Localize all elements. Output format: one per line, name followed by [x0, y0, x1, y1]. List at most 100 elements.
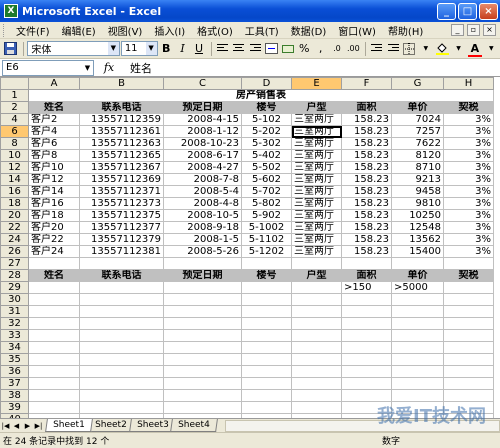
- empty-cell[interactable]: [163, 377, 242, 390]
- criteria-header-cell[interactable]: 面积: [341, 269, 392, 282]
- criteria-header-cell[interactable]: 单价: [391, 269, 444, 282]
- building-cell[interactable]: 5-1102: [241, 233, 292, 246]
- empty-cell[interactable]: [241, 305, 292, 318]
- empty-cell[interactable]: [241, 257, 292, 270]
- row-header[interactable]: 8: [0, 137, 29, 150]
- workbook-minimize-button[interactable]: _: [451, 24, 464, 36]
- row-header[interactable]: 22: [0, 221, 29, 234]
- type-cell[interactable]: 三室两厅: [291, 197, 342, 210]
- row-header[interactable]: 10: [0, 149, 29, 162]
- empty-cell[interactable]: [241, 377, 292, 390]
- empty-cell[interactable]: [291, 365, 342, 378]
- name-cell[interactable]: 客户2: [28, 113, 80, 126]
- phone-cell[interactable]: 13557112361: [79, 125, 164, 138]
- empty-cell[interactable]: [391, 365, 444, 378]
- tax-cell[interactable]: 3%: [443, 173, 494, 186]
- row-header[interactable]: 34: [0, 341, 29, 354]
- workbook-restore-button[interactable]: ▫: [467, 24, 480, 36]
- area-cell[interactable]: 158.23: [341, 185, 392, 198]
- header-cell[interactable]: 户型: [291, 101, 342, 114]
- empty-cell[interactable]: [241, 317, 292, 330]
- chevron-down-icon[interactable]: ▼: [418, 41, 433, 57]
- empty-cell[interactable]: [28, 401, 80, 414]
- price-cell[interactable]: 9810: [391, 197, 444, 210]
- price-cell[interactable]: 7024: [391, 113, 444, 126]
- menu-format[interactable]: 格式(O): [191, 23, 239, 38]
- empty-cell[interactable]: [28, 353, 80, 366]
- fill-color-icon[interactable]: [434, 41, 449, 57]
- tax-cell[interactable]: 3%: [443, 245, 494, 258]
- tax-cell[interactable]: 3%: [443, 125, 494, 138]
- empty-cell[interactable]: [443, 281, 494, 294]
- align-left-icon[interactable]: [215, 41, 230, 57]
- tax-cell[interactable]: 3%: [443, 221, 494, 234]
- row-header[interactable]: 12: [0, 161, 29, 174]
- empty-cell[interactable]: [291, 353, 342, 366]
- row-header[interactable]: 26: [0, 245, 29, 258]
- phone-cell[interactable]: 13557112381: [79, 245, 164, 258]
- row-header[interactable]: 18: [0, 197, 29, 210]
- name-cell[interactable]: 客户16: [28, 197, 80, 210]
- empty-cell[interactable]: [163, 257, 242, 270]
- row-header[interactable]: 14: [0, 173, 29, 186]
- area-cell[interactable]: 158.23: [341, 173, 392, 186]
- row-header[interactable]: 6: [0, 125, 29, 138]
- empty-cell[interactable]: [28, 293, 80, 306]
- empty-cell[interactable]: [391, 377, 444, 390]
- header-cell[interactable]: 契税: [443, 101, 494, 114]
- empty-cell[interactable]: [341, 377, 392, 390]
- empty-cell[interactable]: [341, 389, 392, 402]
- column-header-d[interactable]: D: [241, 77, 292, 90]
- criteria-header-cell[interactable]: 楼号: [241, 269, 292, 282]
- row-header[interactable]: 2: [0, 101, 29, 114]
- row-header[interactable]: 4: [0, 113, 29, 126]
- insert-function-icon[interactable]: fx: [94, 61, 124, 74]
- row-header[interactable]: 36: [0, 365, 29, 378]
- column-header-a[interactable]: A: [28, 77, 80, 90]
- building-cell[interactable]: 5-502: [241, 161, 292, 174]
- date-cell[interactable]: 2008-7-8: [163, 173, 242, 186]
- empty-cell[interactable]: [163, 365, 242, 378]
- empty-cell[interactable]: [291, 377, 342, 390]
- empty-cell[interactable]: [291, 257, 342, 270]
- underline-button[interactable]: U: [191, 41, 206, 57]
- tax-cell[interactable]: 3%: [443, 161, 494, 174]
- date-cell[interactable]: 2008-10-23: [163, 137, 242, 150]
- empty-cell[interactable]: [28, 281, 80, 294]
- phone-cell[interactable]: 13557112373: [79, 197, 164, 210]
- row-header[interactable]: 16: [0, 185, 29, 198]
- price-cell[interactable]: 8120: [391, 149, 444, 162]
- menu-help[interactable]: 帮助(H): [382, 23, 429, 38]
- empty-cell[interactable]: [241, 401, 292, 414]
- phone-cell[interactable]: 13557112377: [79, 221, 164, 234]
- empty-cell[interactable]: [28, 317, 80, 330]
- row-header[interactable]: 27: [0, 257, 29, 270]
- chevron-down-icon[interactable]: ▼: [145, 42, 157, 55]
- phone-cell[interactable]: 13557112379: [79, 233, 164, 246]
- tax-cell[interactable]: 3%: [443, 137, 494, 150]
- empty-cell[interactable]: [241, 341, 292, 354]
- empty-cell[interactable]: [79, 341, 164, 354]
- area-cell[interactable]: 158.23: [341, 197, 392, 210]
- last-sheet-icon[interactable]: ▶|: [33, 420, 44, 432]
- italic-button[interactable]: I: [175, 41, 190, 57]
- building-cell[interactable]: 5-802: [241, 197, 292, 210]
- building-cell[interactable]: 5-602: [241, 173, 292, 186]
- empty-cell[interactable]: [291, 281, 342, 294]
- name-cell[interactable]: 客户24: [28, 245, 80, 258]
- empty-cell[interactable]: [443, 365, 494, 378]
- empty-cell[interactable]: [341, 353, 392, 366]
- criteria-header-cell[interactable]: 预定日期: [163, 269, 242, 282]
- menu-tools[interactable]: 工具(T): [239, 23, 285, 38]
- bold-button[interactable]: B: [159, 41, 174, 57]
- type-cell[interactable]: 三室两厅: [291, 149, 342, 162]
- empty-cell[interactable]: [443, 353, 494, 366]
- empty-cell[interactable]: [443, 257, 494, 270]
- name-cell[interactable]: 客户14: [28, 185, 80, 198]
- column-header-e[interactable]: E: [291, 77, 342, 90]
- empty-cell[interactable]: [241, 281, 292, 294]
- empty-cell[interactable]: [341, 365, 392, 378]
- column-header-c[interactable]: C: [163, 77, 242, 90]
- row-header[interactable]: 31: [0, 305, 29, 318]
- price-cell[interactable]: 12548: [391, 221, 444, 234]
